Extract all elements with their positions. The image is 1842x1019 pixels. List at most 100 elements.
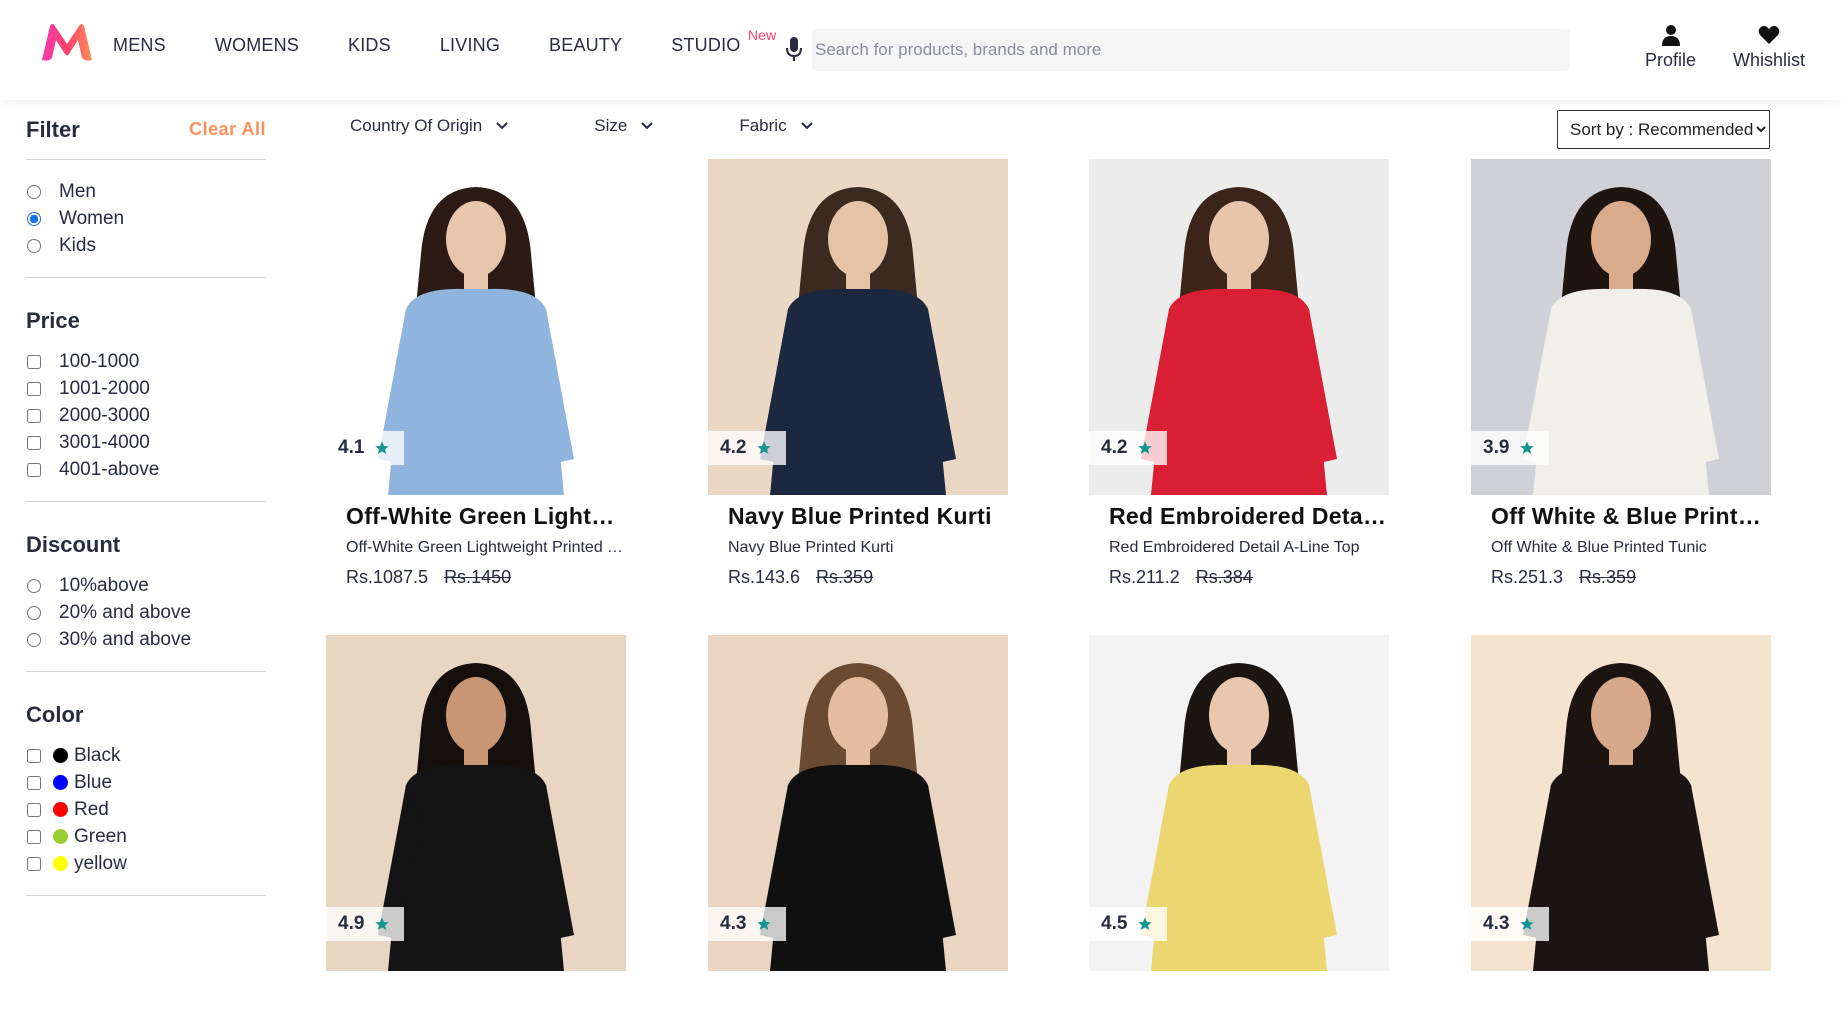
- product-mrp: Rs.359: [1579, 567, 1637, 587]
- product-image[interactable]: 3.9: [1471, 159, 1771, 495]
- gender-radio[interactable]: [27, 184, 41, 199]
- product-info: Off White & Blue Printed Tunic Off White…: [1471, 503, 1771, 588]
- product-card[interactable]: 4.5: [1089, 635, 1389, 1019]
- fabric-dropdown[interactable]: Fabric: [715, 108, 836, 144]
- product-prices: [728, 998, 1008, 1019]
- star-icon: [1520, 917, 1535, 930]
- rating-value: 4.1: [338, 437, 365, 458]
- nav-kids[interactable]: KIDS: [348, 35, 391, 56]
- product-price: Rs.143.6: [728, 567, 801, 587]
- price-option[interactable]: 100-1000: [26, 348, 266, 375]
- color-filter: Color Black Blue Red Green yellow: [26, 672, 266, 896]
- price-filter-title: Price: [26, 308, 80, 333]
- color-checkbox[interactable]: [27, 775, 41, 790]
- color-option-black[interactable]: Black: [26, 742, 266, 769]
- product-image[interactable]: 4.5: [1089, 635, 1389, 971]
- nav-womens[interactable]: WOMENS: [215, 35, 299, 56]
- new-badge: New: [747, 27, 777, 43]
- discount-radio[interactable]: [27, 578, 41, 593]
- price-option[interactable]: 1001-2000: [26, 375, 266, 402]
- color-checkbox[interactable]: [27, 802, 41, 817]
- nav-living[interactable]: LIVING: [440, 35, 500, 56]
- gender-option-men[interactable]: Men: [26, 178, 266, 205]
- product-image[interactable]: 4.1: [326, 159, 626, 495]
- color-option-green[interactable]: Green: [26, 823, 266, 850]
- product-image[interactable]: 4.2: [1089, 159, 1389, 495]
- sort-select[interactable]: Sort by : Recommended: [1557, 110, 1770, 149]
- product-info: [1089, 979, 1389, 1019]
- product-card[interactable]: 3.9 Off White & Blue Printed Tunic Off W…: [1471, 159, 1771, 588]
- price-checkbox[interactable]: [27, 354, 41, 369]
- profile-label: Profile: [1645, 50, 1697, 70]
- product-info: [708, 979, 1008, 1019]
- search-input[interactable]: [812, 29, 1570, 71]
- discount-option[interactable]: 30% and above: [26, 626, 266, 653]
- nav-beauty[interactable]: BEAUTY: [549, 35, 622, 56]
- discount-option[interactable]: 20% and above: [26, 599, 266, 626]
- product-card[interactable]: 4.1 Off-White Green Lightweight Printed …: [326, 159, 626, 588]
- color-option-red[interactable]: Red: [26, 796, 266, 823]
- price-checkbox[interactable]: [27, 462, 41, 477]
- product-card[interactable]: 4.9: [326, 635, 626, 1019]
- product-description: Off White & Blue Printed Tunic: [1491, 539, 1707, 556]
- star-icon: [1138, 441, 1153, 454]
- star-icon: [757, 917, 772, 930]
- filter-toolbar: Country Of Origin Size Fabric: [326, 108, 875, 144]
- discount-option[interactable]: 10%above: [26, 572, 266, 599]
- gender-option-women[interactable]: Women: [26, 205, 266, 232]
- microphone-icon[interactable]: [786, 36, 802, 62]
- rating-badge: 4.1: [326, 431, 404, 465]
- star-icon: [757, 441, 772, 454]
- color-checkbox[interactable]: [27, 748, 41, 763]
- country-of-origin-dropdown[interactable]: Country Of Origin: [326, 108, 532, 144]
- product-description: Red Embroidered Detail A-Line Top: [1109, 539, 1360, 556]
- product-name[interactable]: Red Embroidered Detail A-Line Top: [1109, 503, 1389, 530]
- product-image[interactable]: 4.3: [1471, 635, 1771, 971]
- price-checkbox[interactable]: [27, 435, 41, 450]
- rating-value: 4.3: [720, 913, 747, 934]
- nav-studio[interactable]: STUDIO New: [671, 27, 776, 56]
- product-prices: Rs.211.2 Rs.384: [1109, 567, 1389, 588]
- product-image[interactable]: 4.9: [326, 635, 626, 971]
- price-option[interactable]: 3001-4000: [26, 429, 266, 456]
- product-image[interactable]: 4.2: [708, 159, 1008, 495]
- product-image[interactable]: 4.3: [708, 635, 1008, 971]
- size-dropdown[interactable]: Size: [570, 108, 677, 144]
- product-description: Navy Blue Printed Kurti: [728, 539, 894, 556]
- product-name[interactable]: Navy Blue Printed Kurti: [728, 503, 1008, 530]
- rating-value: 4.5: [1101, 913, 1128, 934]
- product-card[interactable]: 4.3: [1471, 635, 1771, 1019]
- top-header: MENS WOMENS KIDS LIVING BEAUTY STUDIO Ne…: [0, 0, 1842, 100]
- star-icon: [1520, 441, 1535, 454]
- product-mrp: Rs.359: [816, 567, 874, 587]
- color-option-blue[interactable]: Blue: [26, 769, 266, 796]
- price-option[interactable]: 2000-3000: [26, 402, 266, 429]
- color-checkbox[interactable]: [27, 856, 41, 871]
- color-checkbox[interactable]: [27, 829, 41, 844]
- discount-radio[interactable]: [27, 605, 41, 620]
- product-info: [1471, 979, 1771, 1019]
- profile-button[interactable]: Profile: [1645, 24, 1696, 71]
- price-checkbox[interactable]: [27, 408, 41, 423]
- product-name[interactable]: Off-White Green Lightweight Printed Top: [346, 503, 626, 530]
- gender-radio[interactable]: [27, 238, 41, 253]
- product-card[interactable]: 4.2 Navy Blue Printed Kurti Navy Blue Pr…: [708, 159, 1008, 588]
- product-prices: [1109, 998, 1389, 1019]
- clear-all-button[interactable]: Clear All: [189, 119, 266, 140]
- price-option[interactable]: 4001-above: [26, 456, 266, 483]
- price-checkbox[interactable]: [27, 381, 41, 396]
- product-name[interactable]: Off White & Blue Printed Tunic: [1491, 503, 1771, 530]
- gender-radio[interactable]: [27, 211, 41, 226]
- product-card[interactable]: 4.2 Red Embroidered Detail A-Line Top Re…: [1089, 159, 1389, 588]
- discount-radio[interactable]: [27, 632, 41, 647]
- nav-mens[interactable]: MENS: [113, 35, 166, 56]
- color-option-yellow[interactable]: yellow: [26, 850, 266, 877]
- myntra-logo[interactable]: [40, 22, 94, 62]
- product-prices: Rs.251.3 Rs.359: [1491, 567, 1771, 588]
- product-info: [326, 979, 626, 1019]
- filter-sidebar: Filter Clear All Men Women Kids Price 10…: [26, 100, 266, 896]
- wishlist-button[interactable]: Whishlist: [1733, 24, 1805, 71]
- user-icon: [1661, 25, 1680, 46]
- gender-option-kids[interactable]: Kids: [26, 232, 266, 259]
- product-card[interactable]: 4.3: [708, 635, 1008, 1019]
